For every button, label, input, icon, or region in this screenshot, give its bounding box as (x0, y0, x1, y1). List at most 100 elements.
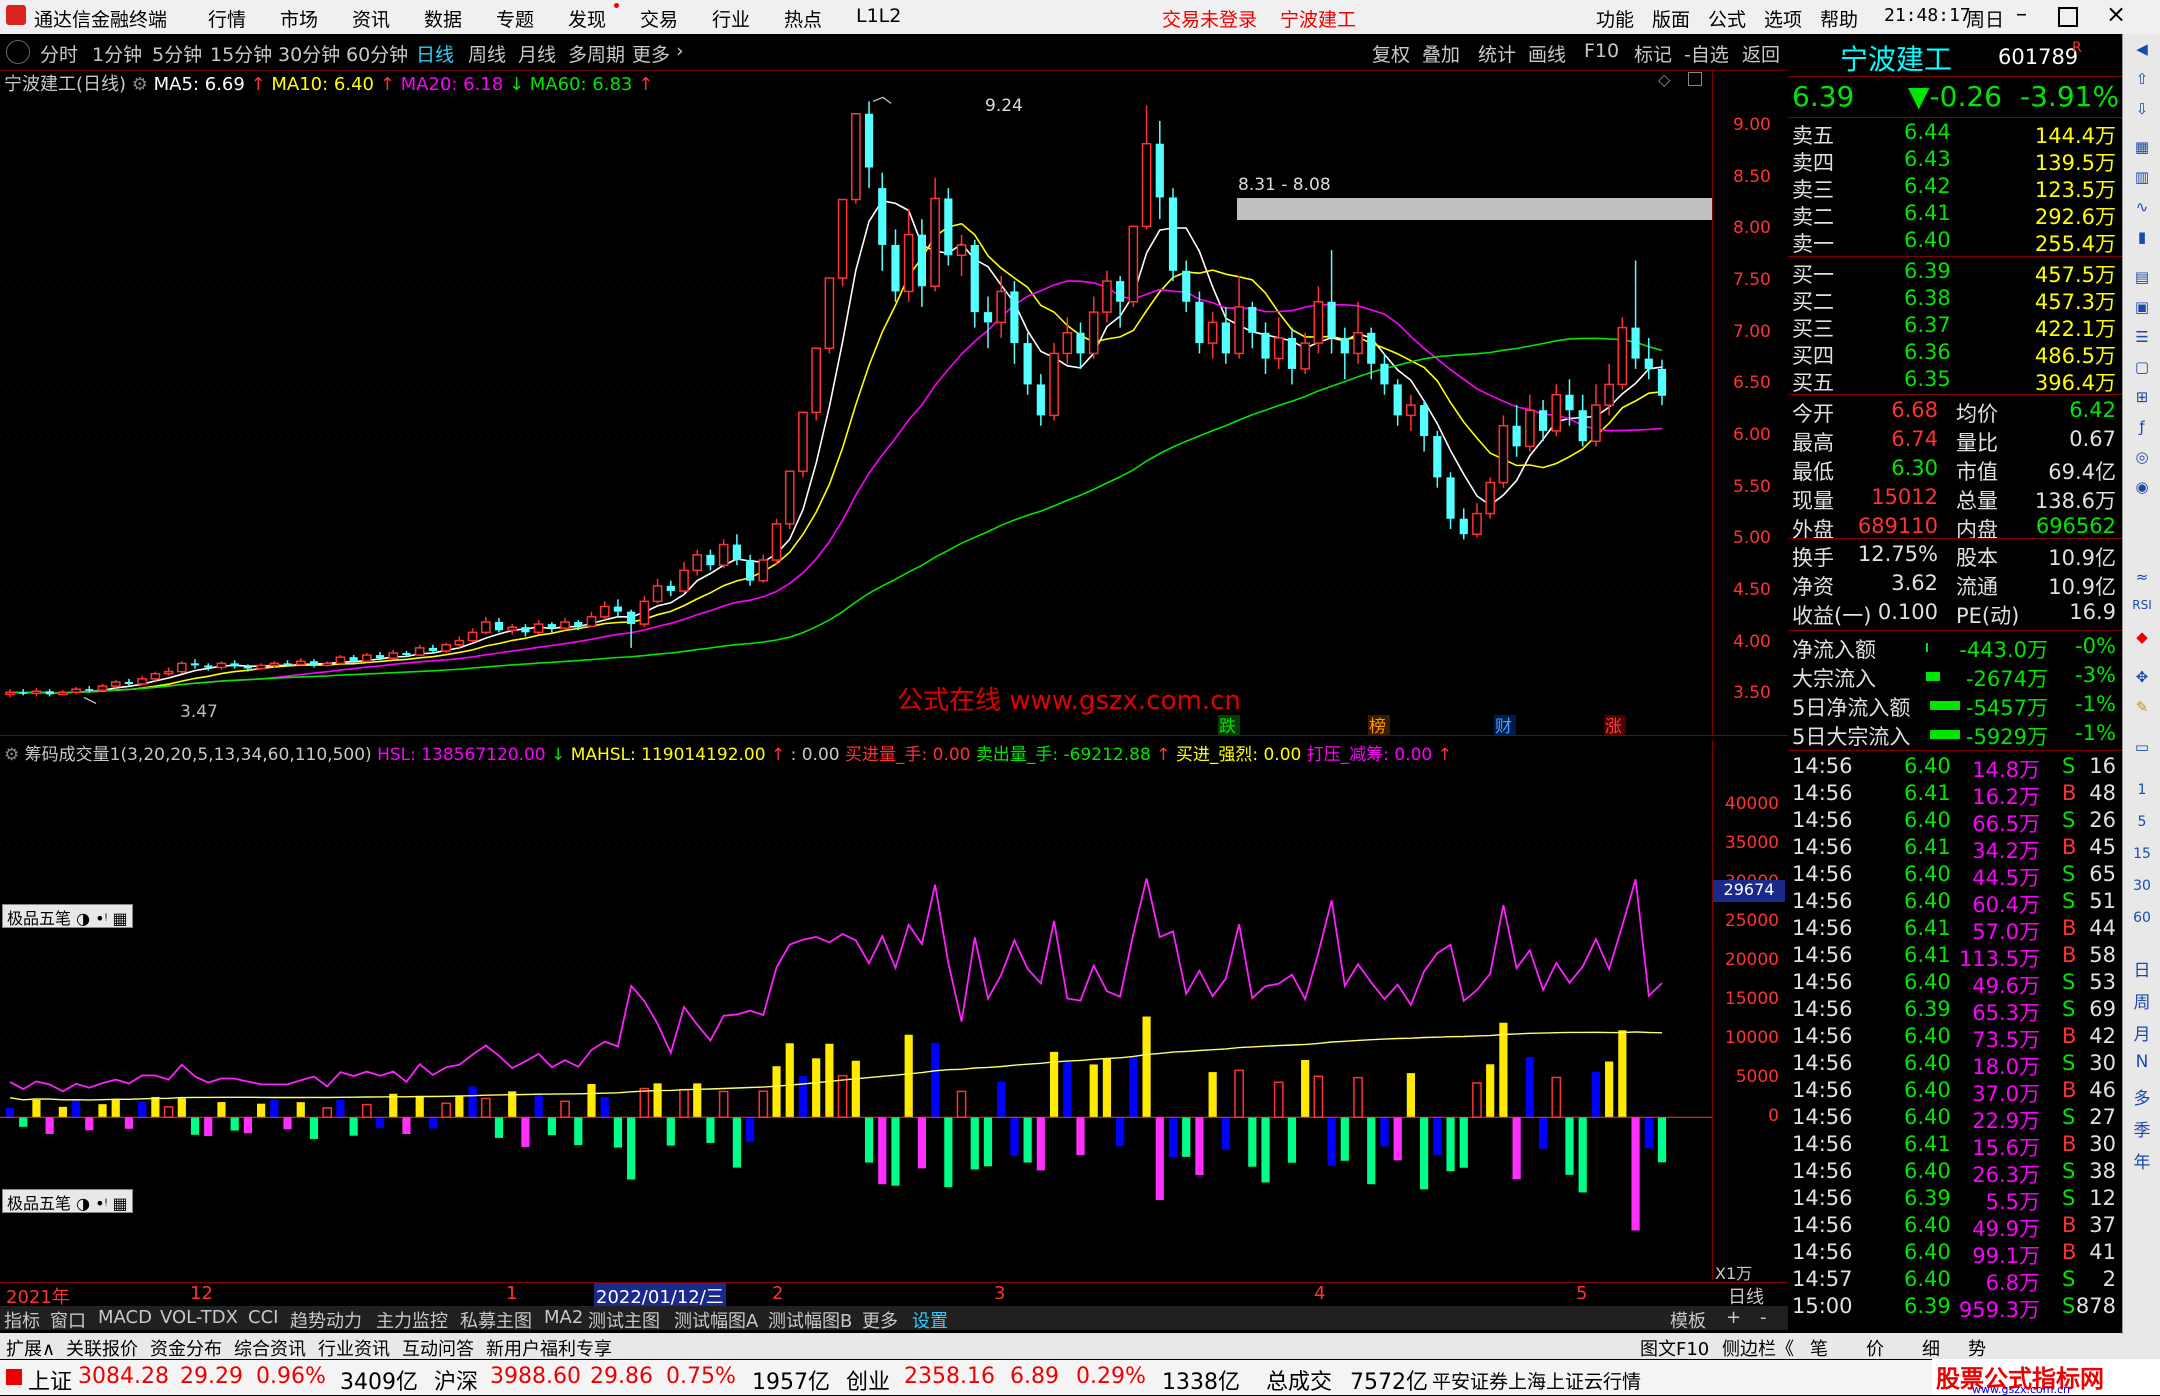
tab-60min[interactable]: 60分钟 (346, 40, 408, 67)
bid-row[interactable]: 买三 6.37 422.1万 (1788, 313, 2122, 341)
volume-bar[interactable] (613, 1117, 623, 1148)
volume-bar[interactable] (1313, 1075, 1324, 1118)
volume-bar[interactable] (1301, 1059, 1310, 1118)
candle[interactable] (692, 549, 703, 576)
volume-bar[interactable] (415, 1096, 424, 1118)
menu-bangzhu[interactable]: 帮助 (1820, 5, 1858, 32)
menu-faxian[interactable]: 发现 (568, 5, 606, 32)
volume-bar[interactable] (336, 1099, 345, 1118)
volume-bar[interactable] (32, 1099, 41, 1118)
candle[interactable] (1313, 286, 1324, 354)
volume-bar[interactable] (574, 1117, 583, 1146)
volume-bar[interactable] (1420, 1117, 1429, 1190)
volume-bar[interactable] (1023, 1117, 1032, 1163)
ext-hangyezixun[interactable]: 行业资讯 (318, 1335, 390, 1361)
ext-shi[interactable]: 势 (1968, 1335, 1986, 1361)
volume-bar[interactable] (5, 1107, 15, 1118)
volume-bar[interactable] (1168, 1117, 1178, 1158)
tab-more[interactable]: 更多 (632, 40, 670, 67)
volume-bar[interactable] (627, 1117, 636, 1180)
tool-zixuan[interactable]: -自选 (1684, 40, 1729, 67)
tab-fenshi[interactable]: 分时 (40, 40, 78, 67)
tab-shezhi[interactable]: 设置 (912, 1307, 948, 1333)
candle[interactable] (295, 658, 306, 666)
volume-bar[interactable] (1538, 1117, 1548, 1149)
volume-bar[interactable] (1367, 1117, 1376, 1185)
sidebar-period[interactable]: 周 (2129, 988, 2155, 1013)
volume-bar[interactable] (560, 1100, 570, 1118)
sidebar-period[interactable]: N (2129, 1052, 2155, 1076)
candle[interactable] (1472, 503, 1482, 538)
tab-gengduo[interactable]: 更多 (862, 1307, 898, 1333)
volume-bar[interactable] (283, 1117, 292, 1130)
volume-bar[interactable] (758, 1090, 769, 1118)
candle[interactable] (1155, 120, 1164, 220)
candle[interactable] (1102, 270, 1112, 323)
tab-macd[interactable]: MACD (98, 1307, 152, 1328)
volume-bar[interactable] (534, 1092, 543, 1118)
volume-bar[interactable] (1605, 1061, 1614, 1118)
candle[interactable] (1657, 359, 1667, 406)
candle[interactable] (1578, 394, 1587, 447)
volume-bar[interactable] (1327, 1117, 1336, 1166)
sidebar-period-num[interactable]: 30 (2129, 878, 2155, 902)
tab-15min[interactable]: 15分钟 (210, 40, 272, 67)
fund-flow-row[interactable]: 大宗流入 -2674万 -3% (1788, 663, 2122, 691)
candle[interactable] (1406, 394, 1416, 431)
tab-weekly[interactable]: 周线 (468, 40, 506, 67)
volume-bar[interactable] (706, 1117, 715, 1143)
sidebar-period-num[interactable]: 5 (2129, 814, 2155, 838)
candle[interactable] (745, 554, 755, 586)
candle[interactable] (1380, 353, 1389, 395)
volume-bar[interactable] (1631, 1117, 1640, 1231)
tool-tongji[interactable]: 统计 (1478, 40, 1516, 67)
sidebar-box-icon[interactable]: ▣ (2129, 298, 2155, 322)
candle[interactable] (983, 296, 993, 349)
volume-bar[interactable] (1208, 1072, 1217, 1118)
candle[interactable] (467, 628, 478, 643)
candle[interactable] (5, 689, 15, 698)
candle[interactable] (1141, 105, 1152, 230)
candle[interactable] (1036, 374, 1045, 426)
candle[interactable] (335, 655, 346, 665)
volume-bar[interactable] (230, 1117, 239, 1131)
volume-bar[interactable] (944, 1117, 953, 1188)
volume-bar[interactable] (1195, 1117, 1204, 1175)
candle[interactable] (494, 617, 504, 633)
volume-bar[interactable] (163, 1106, 174, 1118)
tab-zhulijiankong[interactable]: 主力监控 (376, 1307, 448, 1333)
candle[interactable] (891, 229, 900, 302)
volume-bar[interactable] (85, 1117, 94, 1131)
menu-xuanxiang[interactable]: 选项 (1764, 5, 1802, 32)
candle[interactable] (1524, 394, 1535, 452)
volume-bar[interactable] (798, 1076, 808, 1118)
sidebar-period[interactable]: 日 (2129, 956, 2155, 981)
volume-bar[interactable] (58, 1106, 67, 1118)
bid-row[interactable]: 买四 6.36 486.5万 (1788, 340, 2122, 368)
candle[interactable] (599, 601, 610, 620)
ext-bi[interactable]: 笔 (1810, 1335, 1828, 1361)
menu-shuju[interactable]: 数据 (424, 5, 462, 32)
volume-bar[interactable] (1063, 1060, 1072, 1118)
volume-bar[interactable] (111, 1098, 120, 1118)
tab-ma2[interactable]: MA2 (544, 1307, 583, 1328)
candle[interactable] (1076, 322, 1085, 369)
candle[interactable] (917, 219, 927, 307)
volume-bar[interactable] (653, 1083, 662, 1118)
ext-zonghezixun[interactable]: 综合资讯 (234, 1335, 306, 1361)
volume-bar[interactable] (600, 1097, 609, 1118)
volume-bar[interactable] (1657, 1117, 1667, 1163)
event-zhang[interactable]: 涨 (1605, 717, 1622, 735)
tab-daily[interactable]: 日线 (416, 40, 454, 67)
candle[interactable] (361, 653, 372, 663)
volume-bar[interactable] (1353, 1076, 1363, 1118)
close-icon[interactable]: × (2106, 0, 2126, 28)
volume-bar[interactable] (322, 1107, 333, 1118)
sidebar-down-icon[interactable]: ⇩ (2129, 100, 2155, 124)
volume-bar[interactable] (1142, 1016, 1151, 1118)
volume-bar[interactable] (970, 1117, 979, 1170)
candle[interactable] (679, 562, 689, 594)
candle[interactable] (124, 678, 134, 687)
sidebar-wave-icon[interactable]: ≈ (2129, 568, 2155, 592)
volume-bar[interactable] (851, 1060, 860, 1118)
